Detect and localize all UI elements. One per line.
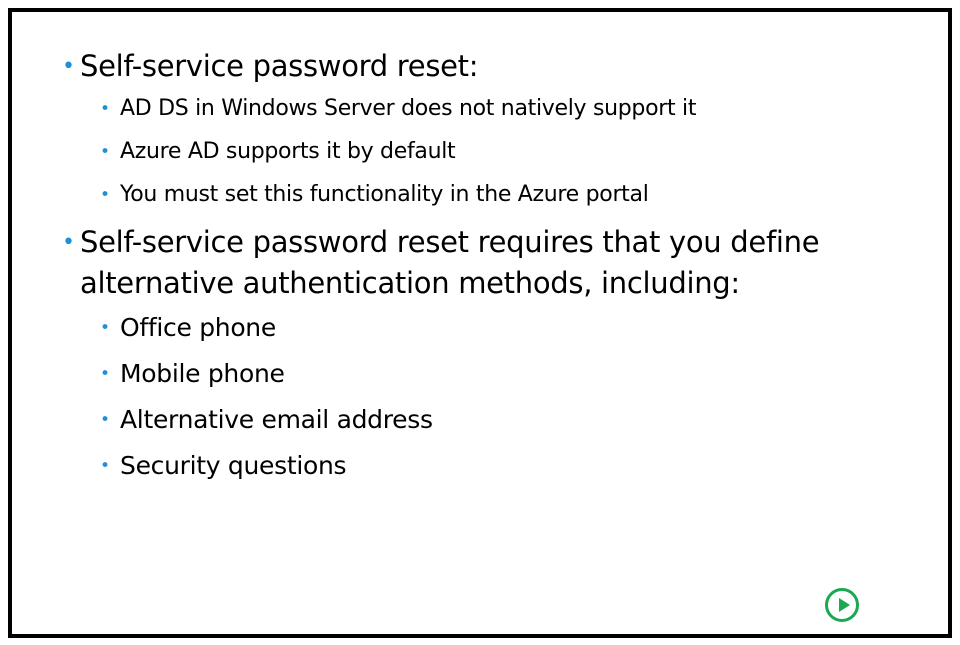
bullet-icon: • bbox=[100, 456, 110, 476]
sub-bullet-text: Security questions bbox=[120, 451, 347, 480]
sub-bullet-list: • Office phone • Mobile phone • Alternat… bbox=[80, 310, 922, 484]
play-circle-icon[interactable] bbox=[825, 588, 859, 622]
bullet-item: • Self-service password reset requires t… bbox=[62, 222, 922, 484]
sub-bullet-text: AD DS in Windows Server does not nativel… bbox=[120, 96, 697, 121]
bullet-list: • Self-service password reset: • AD DS i… bbox=[62, 46, 922, 494]
bullet-text: Self-service password reset requires tha… bbox=[80, 225, 820, 300]
sub-bullet-item: • Office phone bbox=[100, 310, 922, 346]
bullet-text: Self-service password reset: bbox=[80, 49, 479, 83]
sub-bullet-item: • Mobile phone bbox=[100, 356, 922, 392]
bullet-icon: • bbox=[100, 142, 110, 162]
bullet-icon: • bbox=[100, 99, 110, 119]
bullet-item: • Self-service password reset: • AD DS i… bbox=[62, 46, 922, 211]
bullet-icon: • bbox=[100, 364, 110, 384]
sub-bullet-text: You must set this functionality in the A… bbox=[120, 182, 649, 207]
play-triangle-icon bbox=[839, 598, 850, 612]
sub-bullet-item: • Alternative email address bbox=[100, 402, 922, 438]
sub-bullet-item: • Azure AD supports it by default bbox=[100, 136, 922, 168]
sub-bullet-text: Alternative email address bbox=[120, 405, 433, 434]
bullet-icon: • bbox=[100, 318, 110, 338]
bullet-icon: • bbox=[62, 54, 75, 79]
bullet-icon: • bbox=[100, 410, 110, 430]
bullet-icon: • bbox=[100, 185, 110, 205]
sub-bullet-item: • AD DS in Windows Server does not nativ… bbox=[100, 93, 922, 125]
sub-bullet-text: Azure AD supports it by default bbox=[120, 139, 456, 164]
sub-bullet-item: • Security questions bbox=[100, 448, 922, 484]
slide-frame: • Self-service password reset: • AD DS i… bbox=[8, 8, 952, 638]
sub-bullet-item: • You must set this functionality in the… bbox=[100, 179, 922, 211]
sub-bullet-text: Office phone bbox=[120, 313, 276, 342]
bullet-icon: • bbox=[62, 230, 75, 255]
sub-bullet-text: Mobile phone bbox=[120, 359, 285, 388]
sub-bullet-list: • AD DS in Windows Server does not nativ… bbox=[80, 93, 922, 211]
